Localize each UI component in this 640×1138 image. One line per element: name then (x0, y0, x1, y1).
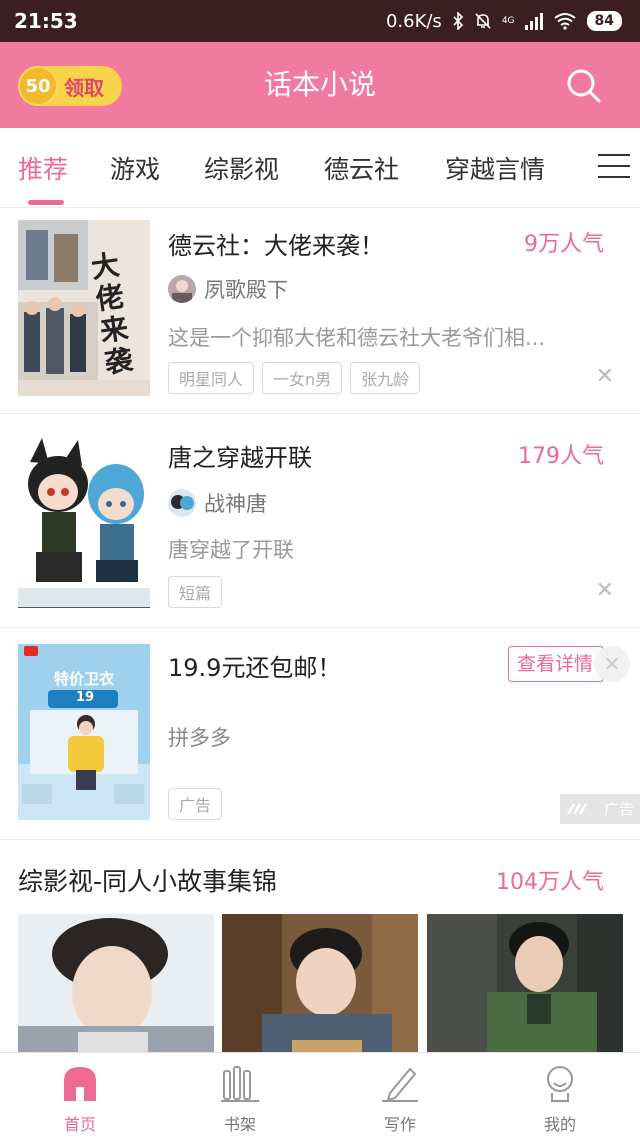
collection-title[interactable]: 综影视-同人小故事集锦 (18, 862, 277, 898)
ad-image: 特价卫衣 19 (18, 644, 150, 820)
close-ad-icon[interactable]: ✕ (594, 646, 630, 682)
ad-image-price: 19 (76, 690, 95, 705)
tab-film-tv[interactable]: 综影视 (204, 150, 279, 186)
mute-bell-icon (475, 13, 491, 29)
book-tag[interactable]: 张九龄 (350, 362, 421, 394)
book-title: 德云社：大佬来袭！ (168, 232, 384, 260)
status-bar: 21:53 0.6K/s 4G 84 (0, 0, 640, 42)
tab-time-travel-romance[interactable]: 穿越言情 (445, 150, 545, 186)
claim-label: 领取 (64, 75, 104, 100)
coin-icon: 50 (18, 66, 58, 106)
nav-bookshelf[interactable]: 书架 (200, 1063, 280, 1135)
status-time: 21:53 (14, 9, 78, 33)
ad-tag: 广告 (168, 788, 223, 820)
book-tag[interactable]: 一女n男 (262, 362, 343, 394)
book-tag[interactable]: 明星同人 (168, 362, 255, 394)
tab-deyunshe[interactable]: 德云社 (324, 150, 399, 186)
ad-image-caption: 特价卫衣 (54, 670, 115, 688)
author-row: 夙歌殿下 (168, 274, 288, 304)
bookshelf-icon (221, 1066, 259, 1102)
active-tab-indicator (28, 200, 64, 205)
ad-merchant: 拼多多 (168, 726, 231, 750)
bottom-nav: 首页 书架 写作 我的 (0, 1052, 640, 1138)
book-popularity: 179人气 (518, 444, 604, 469)
search-icon[interactable] (564, 66, 604, 106)
bluetooth-icon (453, 12, 463, 30)
profile-icon (547, 1066, 573, 1102)
dismiss-icon[interactable]: ✕ (596, 578, 614, 603)
view-details-button[interactable]: 查看详情 (508, 646, 604, 682)
ad-title: 19.9元还包邮！ (168, 654, 342, 682)
book-card[interactable]: 唐之穿越开联 179人气 战神唐 唐穿越了开联 短篇 ✕ (0, 414, 640, 628)
book-tags: 明星同人 一女n男 张九龄 (168, 362, 421, 394)
book-tags: 短篇 (168, 576, 223, 608)
book-synopsis: 这是一个抑郁大佬和德云社大老爷们相... (168, 326, 546, 350)
author-avatar (168, 275, 196, 303)
app-header: 话本小说 50 领取 (0, 42, 640, 128)
collection-thumbnail[interactable] (222, 914, 418, 1054)
author-name: 战神唐 (204, 492, 267, 516)
ad-logo-icon (566, 803, 588, 815)
author-row: 战神唐 (168, 488, 267, 518)
collection-popularity: 104万人气 (496, 870, 604, 895)
nav-home[interactable]: 首页 (40, 1063, 120, 1135)
book-title: 唐之穿越开联 (168, 444, 312, 472)
author-avatar (168, 489, 196, 517)
book-card[interactable]: 大佬来袭 德云社：大佬来袭！ 9万人气 夙歌殿下 这是一个抑郁大佬和德云社大老爷… (0, 208, 640, 414)
ad-label-text: 广告 (603, 800, 634, 818)
status-icons: 0.6K/s 4G 84 (386, 11, 622, 32)
nav-bookshelf-label: 书架 (223, 1115, 256, 1134)
wifi-icon (553, 13, 576, 30)
ad-card[interactable]: 特价卫衣 19 19.9元还包邮！ 查看详情 ✕ 拼多多 广告 广告 (0, 628, 640, 840)
claim-coins-button[interactable]: 50 领取 (18, 66, 122, 106)
tab-games[interactable]: 游戏 (110, 150, 160, 186)
nav-home-label: 首页 (63, 1115, 96, 1134)
battery-indicator: 84 (586, 11, 622, 31)
collection-thumbnail[interactable] (18, 914, 214, 1054)
author-name: 夙歌殿下 (204, 278, 288, 302)
ad-tags: 广告 (168, 788, 223, 820)
network-type: 4G (501, 15, 515, 26)
book-cover: 大佬来袭 (18, 220, 150, 396)
category-tabs: 推荐 游戏 综影视 德云社 穿越言情 (0, 128, 640, 208)
ad-label: 广告 (560, 794, 640, 824)
nav-write-label: 写作 (383, 1115, 416, 1134)
nav-profile-label: 我的 (543, 1115, 576, 1134)
home-icon (64, 1067, 96, 1101)
nav-write[interactable]: 写作 (360, 1063, 440, 1135)
signal-icon (524, 12, 543, 30)
book-tag[interactable]: 短篇 (168, 576, 223, 608)
nav-profile[interactable]: 我的 (520, 1063, 600, 1135)
tab-recommended[interactable]: 推荐 (18, 150, 68, 186)
collection-thumbnail[interactable] (427, 914, 623, 1054)
book-synopsis: 唐穿越了开联 (168, 538, 294, 562)
pencil-icon (382, 1067, 418, 1102)
network-speed: 0.6K/s (385, 10, 442, 32)
book-cover (18, 432, 150, 608)
dismiss-icon[interactable]: ✕ (596, 364, 614, 389)
book-popularity: 9万人气 (524, 232, 604, 257)
menu-icon[interactable] (598, 154, 630, 180)
